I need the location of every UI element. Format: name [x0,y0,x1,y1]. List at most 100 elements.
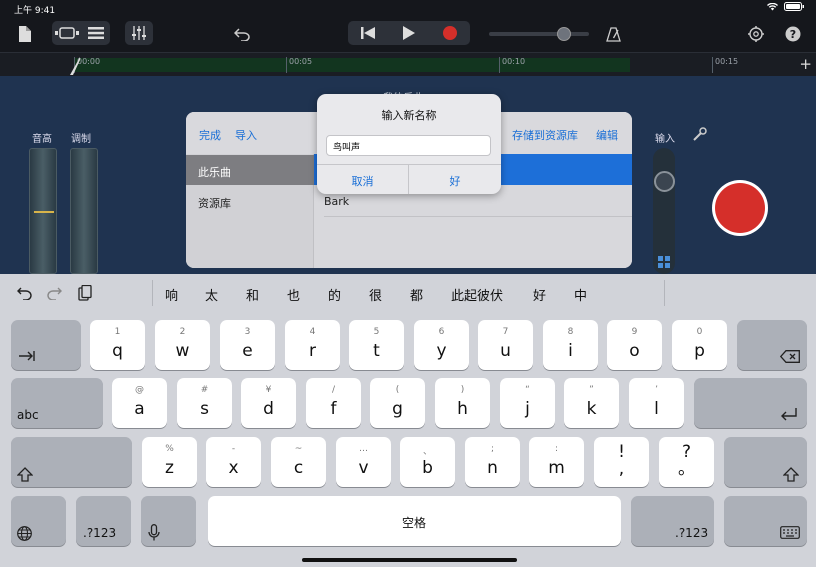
key-secondary: 0 [696,327,703,337]
name-input[interactable]: 鸟叫声 [326,135,491,156]
battery-icon [784,2,804,11]
key-r[interactable]: 4r [285,320,340,370]
candidate-word[interactable]: 的 [328,285,341,304]
grid-icon[interactable] [658,256,670,268]
keyboard-undo-button[interactable] [16,285,32,301]
go-to-start-button[interactable] [348,21,388,45]
key-question-period[interactable]: ? 。 [659,437,714,487]
source-item-library[interactable]: 资源库 [186,186,314,216]
shift-key-right[interactable] [724,437,807,487]
candidate-word[interactable]: 好 [533,285,546,304]
undo-icon [16,287,32,300]
key-primary: o [629,341,640,361]
cycle-region[interactable] [74,58,630,72]
key-l[interactable]: ’ l [629,378,684,428]
shift-icon [783,467,799,482]
key-e[interactable]: 3e [220,320,275,370]
tab-key[interactable] [11,320,81,370]
key-f[interactable]: / f [306,378,361,428]
key-n[interactable]: ; n [465,437,520,487]
key-secondary: # [200,385,209,395]
key-secondary: % [165,444,174,454]
modulation-wheel[interactable] [70,148,98,274]
key-x[interactable]: -x [206,437,261,487]
key-q[interactable]: 1q [90,320,145,370]
key-o[interactable]: 9o [607,320,662,370]
key-m[interactable]: :m [529,437,584,487]
pitch-wheel[interactable] [29,148,57,274]
ok-button[interactable]: 好 [409,165,501,194]
sampler-record-button[interactable] [712,180,768,236]
candidate-word[interactable]: 太 [205,285,218,304]
key-a[interactable]: @ a [112,378,167,428]
candidate-word[interactable]: 中 [574,285,587,304]
key-g[interactable]: (g [370,378,425,428]
key-t[interactable]: 5t [349,320,404,370]
save-to-library-button[interactable]: 存储到资源库 [512,127,578,143]
my-songs-button[interactable] [16,24,32,44]
dictation-key[interactable] [141,496,196,546]
delete-key[interactable] [737,320,807,370]
cancel-button[interactable]: 取消 [317,165,409,194]
numbers-key-left[interactable]: .?123 [76,496,131,546]
candidate-divider [664,280,665,306]
key-k[interactable]: ” k [564,378,619,428]
home-indicator[interactable] [302,558,517,562]
paste-button[interactable] [77,285,93,301]
key-w[interactable]: 2w [155,320,210,370]
mixer-button[interactable] [125,21,153,45]
key-p[interactable]: 0p [672,320,727,370]
return-key[interactable] [694,378,807,428]
numbers-key-right[interactable]: .?123 [631,496,714,546]
key-u[interactable]: 7u [478,320,533,370]
key-s[interactable]: # s [177,378,232,428]
master-volume-track[interactable] [489,32,589,36]
play-button[interactable] [389,21,429,45]
candidate-word[interactable]: 很 [369,285,382,304]
timeline-ruler[interactable]: 00:00 00:05 00:10 00:15 + [0,52,816,76]
abc-key[interactable]: abc [11,378,103,428]
key-z[interactable]: % z [142,437,197,487]
playhead-icon[interactable] [70,57,80,75]
key-b[interactable]: 、 b [400,437,455,487]
key-j[interactable]: “j [500,378,555,428]
key-y[interactable]: 6y [414,320,469,370]
metronome-button[interactable] [603,24,623,44]
help-button[interactable]: ? [783,24,803,44]
keyboard-redo-button[interactable] [46,285,62,301]
key-primary: f [330,399,337,419]
hide-keyboard-key[interactable] [724,496,807,546]
input-level-knob[interactable] [654,171,675,192]
undo-button[interactable] [232,24,252,44]
done-button[interactable]: 完成 [199,127,221,143]
key-v[interactable]: … v [336,437,391,487]
instrument-view-button[interactable] [52,21,81,45]
master-volume-knob[interactable] [557,27,571,41]
key-secondary: @ [135,385,144,395]
key-d[interactable]: ¥ d [241,378,296,428]
key-c[interactable]: ~ c [271,437,326,487]
space-key[interactable]: 空格 [208,496,621,546]
tracks-view-button[interactable] [81,21,110,45]
microphone-settings-icon[interactable] [692,127,707,142]
import-button[interactable]: 导入 [235,127,257,143]
key-i[interactable]: 8i [543,320,598,370]
add-section-button[interactable]: + [799,55,812,73]
globe-key[interactable] [11,496,66,546]
key-h[interactable]: ) h [435,378,490,428]
source-item-this-song[interactable]: 此乐曲 [186,155,314,185]
candidate-word[interactable]: 和 [246,285,259,304]
candidate-divider [152,280,153,306]
pitch-label: 音高 [32,134,52,145]
edit-button[interactable]: 编辑 [596,127,618,143]
key-exclamation-comma[interactable]: ! , [594,437,649,487]
candidate-word[interactable]: 都 [410,285,423,304]
candidate-word[interactable]: 此起彼伏 [451,285,503,304]
candidate-word[interactable]: 也 [287,285,300,304]
sample-item[interactable]: Bark [324,195,349,208]
candidate-word[interactable]: 响 [165,285,178,304]
shift-key-left[interactable] [11,437,132,487]
settings-button[interactable] [746,24,766,44]
record-button[interactable] [430,21,470,45]
ruler-mark: 00:00 [73,57,101,73]
